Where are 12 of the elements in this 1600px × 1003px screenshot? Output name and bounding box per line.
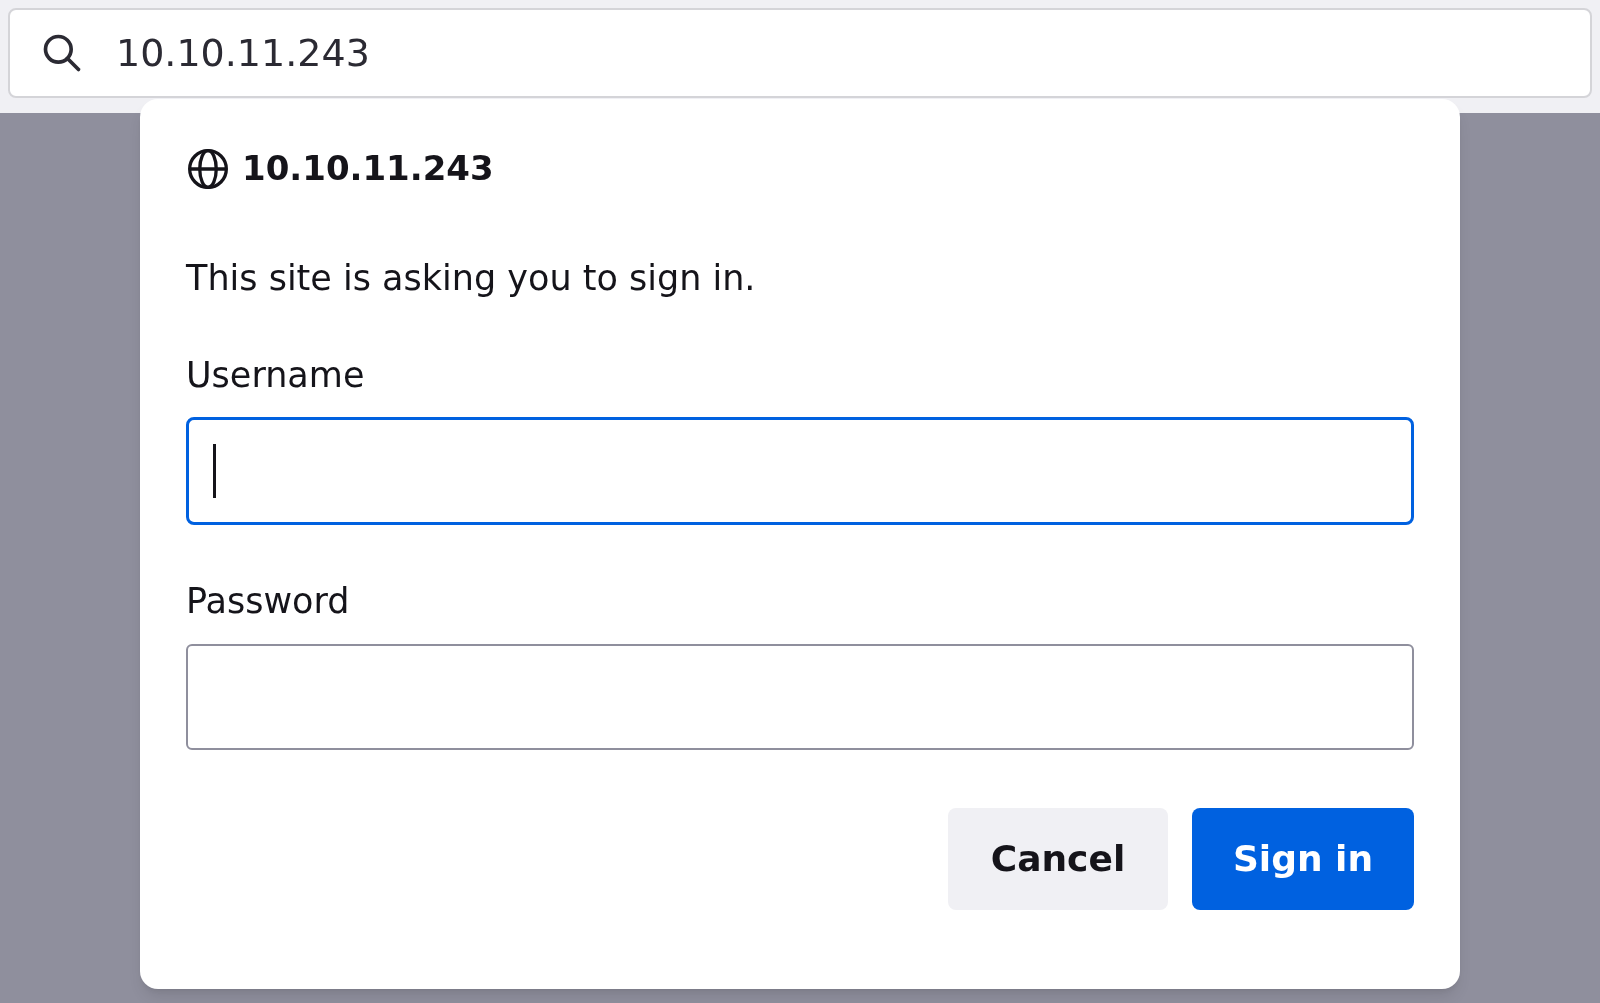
field-label: Password	[186, 580, 351, 623]
dialog-title: 10.10.11.243	[242, 147, 494, 190]
address-bar[interactable]: 10.10.11.243	[8, 8, 1592, 98]
input-field[interactable]	[186, 417, 1414, 525]
dialog-message: This site is asking you to sign in.	[186, 257, 757, 300]
text-cursor	[213, 444, 216, 498]
field-label: Username	[186, 353, 366, 397]
address-text: 10.10.11.243	[116, 29, 370, 77]
cancel-button[interactable]: Cancel	[948, 807, 1168, 910]
input-field[interactable]	[186, 643, 1414, 750]
globe-icon	[186, 146, 230, 191]
sign-in-button[interactable]: Sign in	[1192, 807, 1414, 910]
